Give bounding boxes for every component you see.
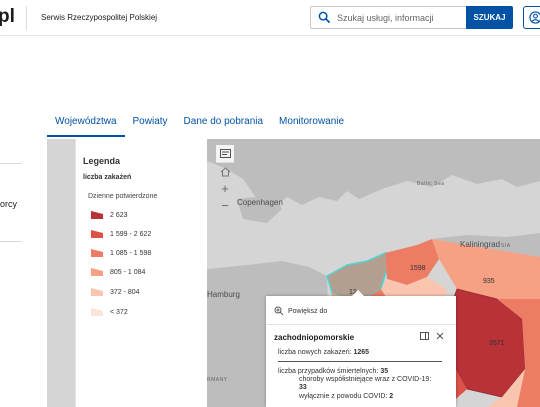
close-icon bbox=[436, 332, 444, 340]
minus-icon: − bbox=[221, 198, 229, 213]
legend-class: 372 - 804 bbox=[90, 286, 140, 298]
map-view[interactable]: Copenhagen Kaliningrad Hamburg Baltic Se… bbox=[47, 139, 540, 407]
legend-swatch bbox=[91, 249, 103, 257]
region-value-label: 935 bbox=[483, 278, 495, 285]
legend-subtitle: Dzienne potwierdzone bbox=[88, 193, 158, 200]
legend-class-label: 372 - 804 bbox=[110, 288, 140, 296]
label-germany: RMANY bbox=[207, 377, 228, 383]
legend-panel: Legenda liczba zakażeń Dzienne potwierdz… bbox=[75, 139, 207, 407]
left-nav-item[interactable]: orcy bbox=[0, 199, 17, 209]
covid-only-value: 2 bbox=[389, 393, 394, 400]
account-button[interactable] bbox=[523, 6, 540, 29]
popup-divider bbox=[266, 324, 456, 325]
popup-title: zachodniopomorskie bbox=[274, 333, 355, 342]
new-cases-label: liczba nowych zakażeń: bbox=[278, 349, 352, 356]
legend-swatch bbox=[91, 288, 103, 296]
legend-class-label: 1 085 - 1 598 bbox=[110, 249, 152, 257]
header-divider bbox=[26, 6, 27, 30]
region-pomorskie bbox=[385, 239, 439, 285]
legend-class: 2 623 bbox=[90, 209, 128, 221]
label-hamburg: Hamburg bbox=[207, 290, 240, 299]
legend-class: 1 085 - 1 598 bbox=[90, 247, 151, 259]
legend-title: Legenda bbox=[83, 156, 121, 166]
left-divider bbox=[0, 241, 22, 242]
new-cases-row: liczba nowych zakażeń: 1265 bbox=[278, 349, 369, 356]
legend-swatch bbox=[91, 230, 103, 238]
covid-only-row: wyłącznie z powodu COVID: 2 bbox=[299, 393, 393, 400]
label-copenhagen: Copenhagen bbox=[237, 198, 283, 207]
comorbid-value-row: 33 bbox=[299, 384, 307, 391]
gov-logo[interactable]: pl bbox=[0, 6, 15, 28]
search-box bbox=[310, 6, 466, 29]
map-toolbar: + − bbox=[216, 145, 234, 214]
region-value-label: 3571 bbox=[489, 340, 505, 347]
region-popup: Powiększ do zachodniopomorskie liczba no… bbox=[266, 290, 456, 407]
site-name: Serwis Rzeczypospolitej Polskiej bbox=[41, 13, 158, 22]
legend-swatch bbox=[91, 211, 103, 219]
search-input[interactable] bbox=[337, 10, 463, 26]
deaths-row: liczba przypadków śmiertelnych: 35 bbox=[278, 368, 388, 375]
legend-toggle-button[interactable] bbox=[216, 145, 234, 163]
label-kaliningrad: Kaliningrad bbox=[460, 240, 501, 249]
dock-button[interactable] bbox=[419, 332, 429, 342]
legend-class: 1 599 - 2 622 bbox=[90, 228, 151, 240]
layers-icon bbox=[219, 149, 231, 158]
home-icon bbox=[220, 166, 230, 176]
legend-class: 805 - 1 084 bbox=[90, 266, 145, 278]
plus-icon: + bbox=[221, 181, 229, 196]
popup-separator bbox=[278, 361, 442, 362]
tab-monitorowanie[interactable]: Monitorowanie bbox=[271, 110, 352, 137]
legend-class-label: 805 - 1 084 bbox=[110, 268, 146, 276]
tab-wojewodztwa[interactable]: Województwa bbox=[47, 110, 125, 137]
comorbid-value: 33 bbox=[299, 384, 307, 391]
comorbid-label: choroby współistniejące wraz z COVID-19: bbox=[299, 376, 432, 383]
legend-swatch bbox=[91, 308, 103, 316]
legend-layer-name: liczba zakażeń bbox=[83, 174, 132, 181]
dock-icon bbox=[419, 332, 429, 340]
search-icon bbox=[318, 11, 331, 24]
deaths-label: liczba przypadków śmiertelnych: bbox=[278, 368, 379, 375]
region-value-label: 1598 bbox=[410, 265, 426, 272]
popup-pointer bbox=[352, 290, 364, 296]
zoom-in-icon bbox=[274, 306, 284, 316]
zoom-in-button[interactable]: + bbox=[216, 180, 234, 197]
close-button[interactable] bbox=[435, 332, 445, 342]
legend-class: < 372 bbox=[90, 306, 128, 318]
new-cases-value: 1265 bbox=[353, 349, 370, 356]
deaths-value: 35 bbox=[380, 368, 389, 375]
tab-bar: Województwa Powiaty Dane do pobrania Mon… bbox=[47, 110, 352, 137]
user-icon bbox=[529, 11, 540, 24]
label-baltic-sea: Baltic Sea bbox=[417, 181, 445, 187]
zoom-out-button[interactable]: − bbox=[216, 197, 234, 214]
zoom-to-label: Powiększ do bbox=[288, 307, 328, 315]
tab-powiaty[interactable]: Powiaty bbox=[125, 110, 176, 137]
home-button[interactable] bbox=[216, 163, 234, 180]
site-header: pl Serwis Rzeczypospolitej Polskiej SZUK… bbox=[0, 0, 540, 36]
comorbid-row: choroby współistniejące wraz z COVID-19: bbox=[299, 376, 431, 383]
tab-dane-do-pobrania[interactable]: Dane do pobrania bbox=[176, 110, 272, 137]
label-russia: SIA bbox=[501, 243, 511, 249]
search-button[interactable]: SZUKAJ bbox=[466, 6, 513, 29]
covid-only-label: wyłącznie z powodu COVID: bbox=[299, 393, 388, 400]
legend-swatch bbox=[91, 268, 103, 276]
legend-class-label: < 372 bbox=[110, 308, 128, 316]
left-divider bbox=[0, 163, 22, 164]
legend-class-label: 1 599 - 2 622 bbox=[110, 230, 152, 238]
legend-class-label: 2 623 bbox=[110, 211, 128, 219]
zoom-to-link[interactable]: Powiększ do bbox=[274, 306, 327, 316]
